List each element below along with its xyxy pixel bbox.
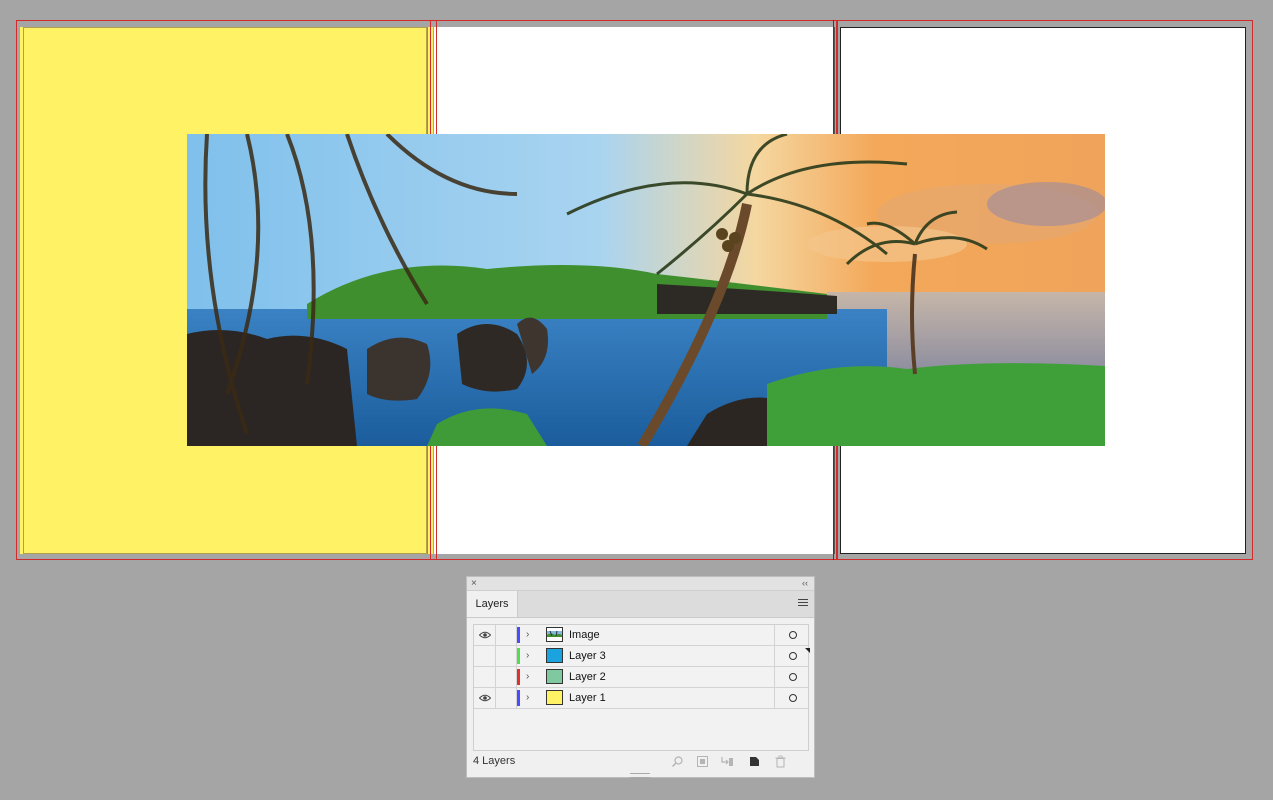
chevron-right-icon[interactable]: › (526, 667, 529, 687)
collapse-icon[interactable]: ‹‹ (802, 577, 808, 590)
landscape-image-art (187, 134, 1105, 446)
layer-color-bar (517, 627, 520, 643)
target-toggle[interactable] (774, 646, 811, 666)
target-circle-icon (789, 694, 797, 702)
visibility-toggle[interactable] (474, 646, 496, 666)
eye-icon (478, 631, 491, 639)
pasteboard[interactable]: × ‹‹ Layers › Image › Layer 3 › Layer 2 … (0, 0, 1273, 800)
layer-count: 4 Layers (473, 755, 516, 767)
chevron-right-icon[interactable]: › (526, 688, 529, 708)
chevron-right-icon[interactable]: › (526, 646, 529, 666)
layer-color-bar (517, 648, 520, 664)
landscape-thumb-icon (547, 628, 562, 641)
search-icon[interactable] (671, 755, 684, 768)
selection-indicator-icon (805, 648, 810, 653)
panel-tabbar: Layers (467, 591, 814, 618)
visibility-toggle[interactable] (474, 667, 496, 687)
layer-name[interactable]: Layer 1 (569, 688, 606, 708)
layer-color-bar (517, 669, 520, 685)
eye-icon (478, 694, 491, 702)
layer-row-image[interactable]: › Image (474, 625, 808, 646)
target-circle-icon (789, 652, 797, 660)
layer-thumbnail (546, 669, 563, 684)
tab-layers[interactable]: Layers (467, 591, 518, 617)
layer-name[interactable]: Image (569, 625, 600, 645)
layers-panel[interactable]: × ‹‹ Layers › Image › Layer 3 › Layer 2 … (466, 576, 815, 778)
lock-toggle[interactable] (496, 667, 517, 687)
layer-color-bar (517, 690, 520, 706)
resize-grip[interactable] (630, 773, 650, 778)
close-icon[interactable]: × (471, 577, 477, 590)
panel-menu-icon[interactable] (798, 599, 808, 607)
layer-thumbnail (546, 627, 563, 642)
layer-row-layer-3[interactable]: › Layer 3 (474, 646, 811, 667)
layer-name[interactable]: Layer 2 (569, 667, 606, 687)
visibility-toggle[interactable] (474, 688, 496, 708)
layer-name[interactable]: Layer 3 (569, 646, 606, 666)
clipping-mask-icon[interactable] (696, 755, 709, 768)
target-toggle[interactable] (774, 688, 811, 708)
new-layer-icon[interactable] (748, 755, 761, 768)
lock-toggle[interactable] (496, 646, 517, 666)
lock-toggle[interactable] (496, 688, 517, 708)
landscape-image[interactable] (187, 134, 1105, 446)
layer-list[interactable]: › Image › Layer 3 › Layer 2 › Layer 1 (473, 624, 811, 751)
new-sublayer-icon[interactable] (721, 755, 734, 768)
visibility-toggle[interactable] (474, 625, 496, 645)
target-toggle[interactable] (774, 667, 811, 687)
layer-row-layer-2[interactable]: › Layer 2 (474, 667, 808, 688)
layer-thumbnail (546, 648, 563, 663)
panel-footer: 4 Layers (467, 753, 814, 771)
trash-icon[interactable] (774, 755, 787, 768)
panel-titlebar[interactable]: × ‹‹ (467, 577, 814, 591)
layer-thumbnail (546, 690, 563, 705)
chevron-right-icon[interactable]: › (526, 625, 529, 645)
target-toggle[interactable] (774, 625, 811, 645)
lock-toggle[interactable] (496, 625, 517, 645)
target-circle-icon (789, 631, 797, 639)
target-circle-icon (789, 673, 797, 681)
layer-row-layer-1[interactable]: › Layer 1 (474, 688, 808, 709)
